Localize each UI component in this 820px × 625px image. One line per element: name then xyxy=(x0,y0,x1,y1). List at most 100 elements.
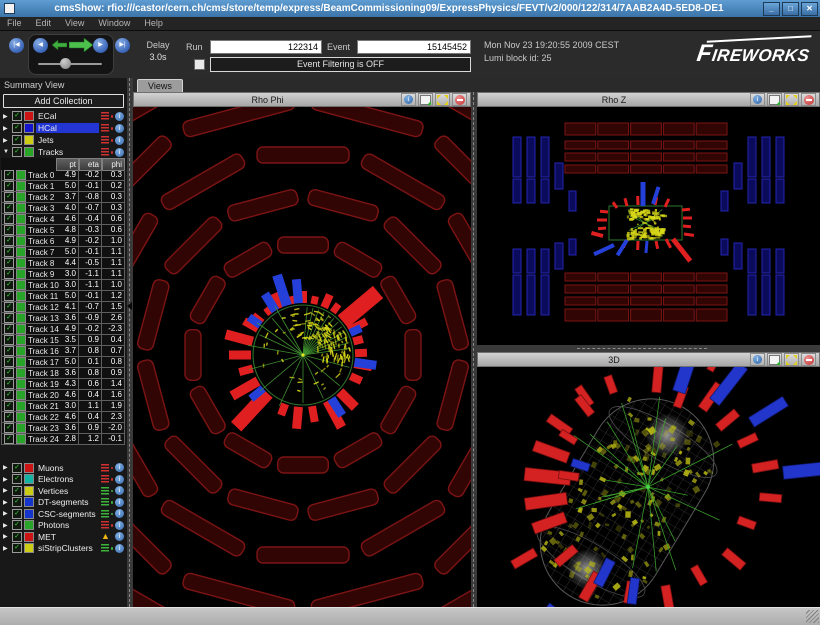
color-swatch[interactable] xyxy=(16,269,26,279)
color-swatch[interactable] xyxy=(16,357,26,367)
maximize-view-icon[interactable] xyxy=(784,353,799,366)
menu-item-file[interactable]: File xyxy=(0,17,29,28)
info-icon[interactable]: i xyxy=(115,124,124,133)
track-checkbox[interactable]: ✓ xyxy=(4,357,14,367)
track-row[interactable]: ✓Track 133.6-0.92.6 xyxy=(1,313,125,324)
track-checkbox[interactable]: ✓ xyxy=(4,236,14,246)
color-swatch[interactable] xyxy=(16,335,26,345)
color-swatch[interactable] xyxy=(24,543,34,553)
first-event-button[interactable]: |◀ xyxy=(9,38,24,53)
info-icon[interactable]: i xyxy=(750,353,765,366)
menu-item-edit[interactable]: Edit xyxy=(29,17,59,28)
step-back-arrow-icon[interactable] xyxy=(52,40,67,50)
collection-row-dt-segments[interactable]: ▶✓DT-segmentsi xyxy=(0,497,127,509)
detail-table-icon[interactable] xyxy=(101,112,109,120)
menu-item-view[interactable]: View xyxy=(58,17,91,28)
color-swatch[interactable] xyxy=(24,135,34,145)
track-row[interactable]: ✓Track 23.7-0.80.3 xyxy=(1,192,125,203)
track-row[interactable]: ✓Track 144.9-0.2-2.3 xyxy=(1,324,125,335)
color-swatch[interactable] xyxy=(24,123,34,133)
three-d-canvas[interactable] xyxy=(477,367,820,607)
detail-table-icon[interactable] xyxy=(101,498,109,506)
collection-row-csc-segments[interactable]: ▶✓CSC-segmentsi xyxy=(0,508,127,520)
color-swatch[interactable] xyxy=(24,463,34,473)
info-icon[interactable]: i xyxy=(115,544,124,553)
color-swatch[interactable] xyxy=(16,390,26,400)
color-swatch[interactable] xyxy=(24,486,34,496)
track-checkbox[interactable]: ✓ xyxy=(4,291,14,301)
close-button[interactable]: ✕ xyxy=(801,2,818,16)
expander-icon[interactable]: ▶ xyxy=(3,545,10,552)
track-checkbox[interactable]: ✓ xyxy=(4,324,14,334)
collection-checkbox[interactable]: ✓ xyxy=(12,111,22,121)
track-row[interactable]: ✓Track 194.30.61.4 xyxy=(1,379,125,390)
detail-table-icon[interactable] xyxy=(101,510,109,518)
collection-checkbox[interactable]: ✓ xyxy=(12,147,22,157)
info-icon[interactable]: i xyxy=(115,112,124,121)
info-icon[interactable]: i xyxy=(115,509,124,518)
expander-icon[interactable]: ▶ xyxy=(3,113,10,120)
color-swatch[interactable] xyxy=(16,379,26,389)
collection-row-muons[interactable]: ▶✓Muonsi xyxy=(0,462,127,474)
event-filter-checkbox[interactable] xyxy=(194,59,205,70)
rho-phi-canvas[interactable] xyxy=(133,107,471,607)
color-swatch[interactable] xyxy=(16,368,26,378)
undock-view-icon[interactable] xyxy=(767,353,782,366)
track-row[interactable]: ✓Track 213.01.11.9 xyxy=(1,401,125,412)
track-checkbox[interactable]: ✓ xyxy=(4,313,14,323)
color-swatch[interactable] xyxy=(16,247,26,257)
collection-checkbox[interactable]: ✓ xyxy=(12,520,22,530)
color-swatch[interactable] xyxy=(16,412,26,422)
event-filter-button[interactable]: Event Filtering is OFF xyxy=(210,57,471,72)
color-swatch[interactable] xyxy=(16,324,26,334)
color-swatch[interactable] xyxy=(16,258,26,268)
detail-table-icon[interactable] xyxy=(101,464,109,472)
color-swatch[interactable] xyxy=(16,225,26,235)
color-swatch[interactable] xyxy=(16,401,26,411)
track-checkbox[interactable]: ✓ xyxy=(4,302,14,312)
track-checkbox[interactable]: ✓ xyxy=(4,170,14,180)
collection-checkbox[interactable]: ✓ xyxy=(12,463,22,473)
color-swatch[interactable] xyxy=(16,291,26,301)
track-row[interactable]: ✓Track 163.70.80.7 xyxy=(1,346,125,357)
track-row[interactable]: ✓Track 34.0-0.70.3 xyxy=(1,203,125,214)
detail-table-icon[interactable] xyxy=(101,521,109,529)
collection-row-vertices[interactable]: ▶✓Verticesi xyxy=(0,485,127,497)
add-collection-button[interactable]: Add Collection xyxy=(3,94,124,108)
close-view-icon[interactable] xyxy=(452,93,467,106)
collection-row-tracks[interactable]: ▼✓Tracksi xyxy=(0,146,127,158)
color-swatch[interactable] xyxy=(16,434,26,444)
track-checkbox[interactable]: ✓ xyxy=(4,346,14,356)
track-row[interactable]: ✓Track 204.60.41.6 xyxy=(1,390,125,401)
expander-icon[interactable]: ▼ xyxy=(3,149,10,155)
color-swatch[interactable] xyxy=(24,532,34,542)
track-row[interactable]: ✓Track 04.9-0.20.3 xyxy=(1,170,125,181)
detail-table-icon[interactable] xyxy=(101,544,109,552)
collection-checkbox[interactable]: ✓ xyxy=(12,532,22,542)
track-row[interactable]: ✓Track 75.0-0.11.1 xyxy=(1,247,125,258)
detail-table-icon[interactable] xyxy=(101,124,109,132)
track-row[interactable]: ✓Track 183.60.80.9 xyxy=(1,368,125,379)
collection-row-sistripclusters[interactable]: ▶✓siStripClustersi xyxy=(0,543,127,555)
track-checkbox[interactable]: ✓ xyxy=(4,247,14,257)
info-icon[interactable]: i xyxy=(115,498,124,507)
color-swatch[interactable] xyxy=(16,192,26,202)
minimize-button[interactable]: _ xyxy=(763,2,780,16)
menu-item-help[interactable]: Help xyxy=(137,17,170,28)
detail-table-icon[interactable] xyxy=(101,475,109,483)
undock-view-icon[interactable] xyxy=(767,93,782,106)
info-icon[interactable]: i xyxy=(115,475,124,484)
track-checkbox[interactable]: ✓ xyxy=(4,379,14,389)
delay-slider-thumb[interactable] xyxy=(60,58,71,69)
expander-icon[interactable]: ▶ xyxy=(3,487,10,494)
track-row[interactable]: ✓Track 224.60.42.3 xyxy=(1,412,125,423)
next-event-button[interactable]: ▶ xyxy=(93,38,108,53)
track-checkbox[interactable]: ✓ xyxy=(4,390,14,400)
info-icon[interactable]: i xyxy=(115,486,124,495)
color-swatch[interactable] xyxy=(24,474,34,484)
maximize-button[interactable]: □ xyxy=(782,2,799,16)
color-swatch[interactable] xyxy=(24,111,34,121)
color-swatch[interactable] xyxy=(16,313,26,323)
info-icon[interactable]: i xyxy=(115,521,124,530)
collection-checkbox[interactable]: ✓ xyxy=(12,497,22,507)
